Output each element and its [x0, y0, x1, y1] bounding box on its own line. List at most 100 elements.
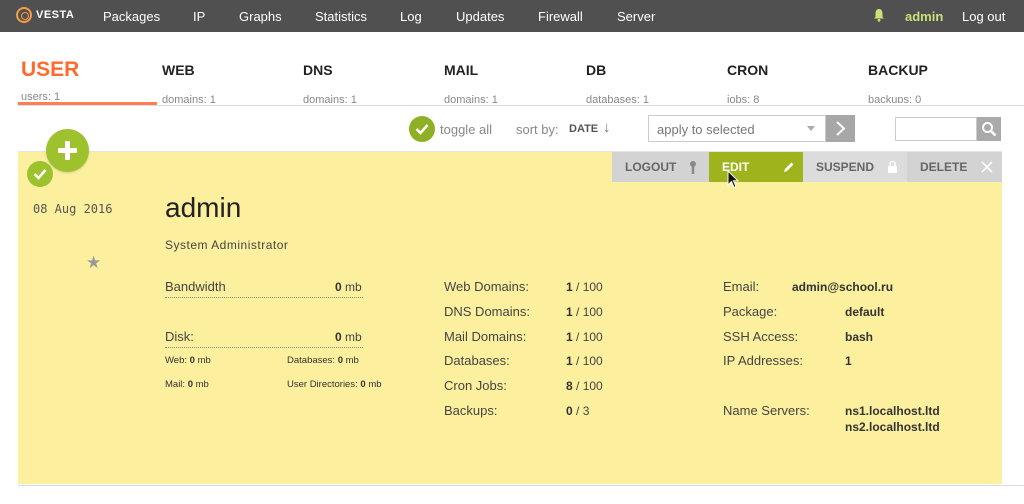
sort-by-label: sort by:: [516, 122, 559, 137]
delete-button[interactable]: DELETE: [907, 152, 1002, 182]
ip-addresses-value: 1: [845, 354, 852, 368]
tab-cron-count: jobs: 8: [727, 95, 760, 103]
apply-to-selected-select[interactable]: apply to selected: [648, 115, 826, 142]
star-icon[interactable]: ★: [86, 253, 101, 273]
ip-addresses-label: IP Addresses:: [723, 353, 803, 368]
tab-user-count: users: 1: [21, 92, 61, 100]
tab-db-title: DB: [586, 62, 607, 78]
search-input[interactable]: [895, 117, 977, 141]
disk-value: 0 mb: [335, 330, 362, 344]
tab-dns[interactable]: DNS domains: 1: [303, 62, 357, 103]
tab-backup-title: BACKUP: [868, 62, 928, 78]
tab-user[interactable]: USER users: 1: [21, 58, 80, 100]
ssh-access-label: SSH Access:: [723, 329, 799, 344]
disk-label: Disk:: [165, 329, 194, 344]
mail-disk-usage: Mail: 0 mb: [165, 379, 209, 390]
stat-label-databases: Databases:: [444, 353, 510, 368]
row-divider-bottom: [18, 485, 1024, 486]
tab-web-count: domains: 1: [162, 95, 216, 103]
nav-logout[interactable]: Log out: [962, 9, 1005, 24]
nav-graphs[interactable]: Graphs: [239, 9, 282, 24]
vesta-logo-icon: [16, 7, 32, 23]
name-server-2: ns2.localhost.ltd: [845, 420, 940, 434]
stat-label-mail-domains: Mail Domains:: [444, 329, 527, 344]
nav-ip[interactable]: IP: [193, 9, 205, 24]
nav-packages[interactable]: Packages: [103, 9, 160, 24]
tab-user-title: USER: [21, 58, 80, 81]
login-as-button[interactable]: LOGOUT: [612, 152, 709, 182]
stat-value-databases: 1 / 100: [566, 354, 603, 368]
tab-web-title: WEB: [162, 62, 195, 78]
sort-by-value[interactable]: DATE: [569, 123, 598, 135]
nav-firewall[interactable]: Firewall: [538, 9, 583, 24]
nav-statistics[interactable]: Statistics: [315, 9, 367, 24]
nav-server[interactable]: Server: [617, 9, 655, 24]
chevron-down-icon: [807, 126, 815, 131]
key-icon: [690, 161, 696, 174]
tab-dns-title: DNS: [303, 62, 333, 78]
bandwidth-value: 0 mb: [335, 280, 362, 294]
tab-cron-title: CRON: [727, 62, 769, 78]
disk-divider: [165, 347, 363, 348]
stat-label-dns-domains: DNS Domains:: [444, 304, 530, 319]
email-value: admin@school.ru: [792, 280, 894, 294]
nav-log[interactable]: Log: [400, 9, 422, 24]
stat-label-cron-jobs: Cron Jobs:: [444, 378, 507, 393]
top-nav: VESTA Packages IP Graphs Statistics Log …: [0, 0, 1024, 32]
tab-mail-title: MAIL: [444, 62, 479, 78]
search-icon: [982, 122, 997, 137]
vesta-logo[interactable]: VESTA: [16, 7, 74, 23]
pencil-icon: [784, 162, 794, 172]
toggle-all-checkbox[interactable]: [409, 116, 435, 142]
chevron-right-icon: [836, 121, 846, 136]
bell-icon[interactable]: [873, 8, 885, 22]
stat-value-web-domains: 1 / 100: [566, 280, 603, 294]
close-icon: [981, 161, 993, 173]
name-servers-label: Name Servers:: [723, 403, 810, 418]
tab-cron[interactable]: CRON jobs: 8: [727, 62, 769, 103]
apply-button[interactable]: [826, 115, 855, 142]
name-server-1: ns1.localhost.ltd: [845, 404, 940, 418]
logo-text: VESTA: [36, 9, 75, 21]
stat-label-backups: Backups:: [444, 403, 498, 418]
databases-disk-usage: Databases: 0 mb: [287, 355, 359, 366]
package-value: default: [845, 305, 885, 319]
stat-value-cron-jobs: 8 / 100: [566, 379, 603, 393]
stat-value-dns-domains: 1 / 100: [566, 305, 603, 319]
tabs-divider: [18, 105, 1024, 106]
logout-label: LOGOUT: [625, 160, 677, 174]
suspend-label: SUSPEND: [816, 160, 875, 174]
tab-db[interactable]: DB databases: 1: [586, 62, 649, 103]
row-select-checkbox[interactable]: [27, 161, 53, 187]
bandwidth-label: Bandwidth: [165, 279, 226, 294]
stat-label-web-domains: Web Domains:: [444, 279, 530, 294]
creation-date: 08 Aug 2016: [33, 202, 113, 216]
sort-direction-icon[interactable]: ↓: [603, 119, 611, 136]
check-icon: [415, 124, 429, 135]
tab-dns-count: domains: 1: [303, 95, 357, 103]
edit-button[interactable]: EDIT: [709, 152, 803, 182]
stat-value-mail-domains: 1 / 100: [566, 330, 603, 344]
userdirs-disk-usage: User Directories: 0 mb: [287, 379, 382, 390]
package-label: Package:: [723, 304, 778, 319]
check-icon: [33, 169, 47, 180]
tab-db-count: databases: 1: [586, 95, 649, 103]
nav-updates[interactable]: Updates: [456, 9, 504, 24]
toggle-all-label[interactable]: toggle all: [440, 122, 492, 137]
lock-icon: [888, 160, 897, 173]
add-user-button[interactable]: [46, 129, 89, 172]
web-disk-usage: Web: 0 mb: [165, 355, 211, 366]
tab-mail[interactable]: MAIL domains: 1: [444, 62, 498, 103]
ssh-access-value: bash: [845, 330, 874, 344]
tab-web[interactable]: WEB domains: 1: [162, 62, 216, 103]
suspend-button[interactable]: SUSPEND: [803, 152, 907, 182]
tab-backup-count: backups: 0: [868, 95, 922, 103]
bandwidth-divider: [165, 297, 363, 298]
search-button[interactable]: [977, 117, 1001, 141]
nav-username[interactable]: admin: [905, 9, 943, 24]
user-fullname: System Administrator: [165, 238, 289, 252]
email-label: Email:: [723, 279, 760, 294]
tab-backup[interactable]: BACKUP backups: 0: [868, 62, 928, 103]
delete-label: DELETE: [920, 160, 968, 174]
tab-mail-count: domains: 1: [444, 95, 498, 103]
